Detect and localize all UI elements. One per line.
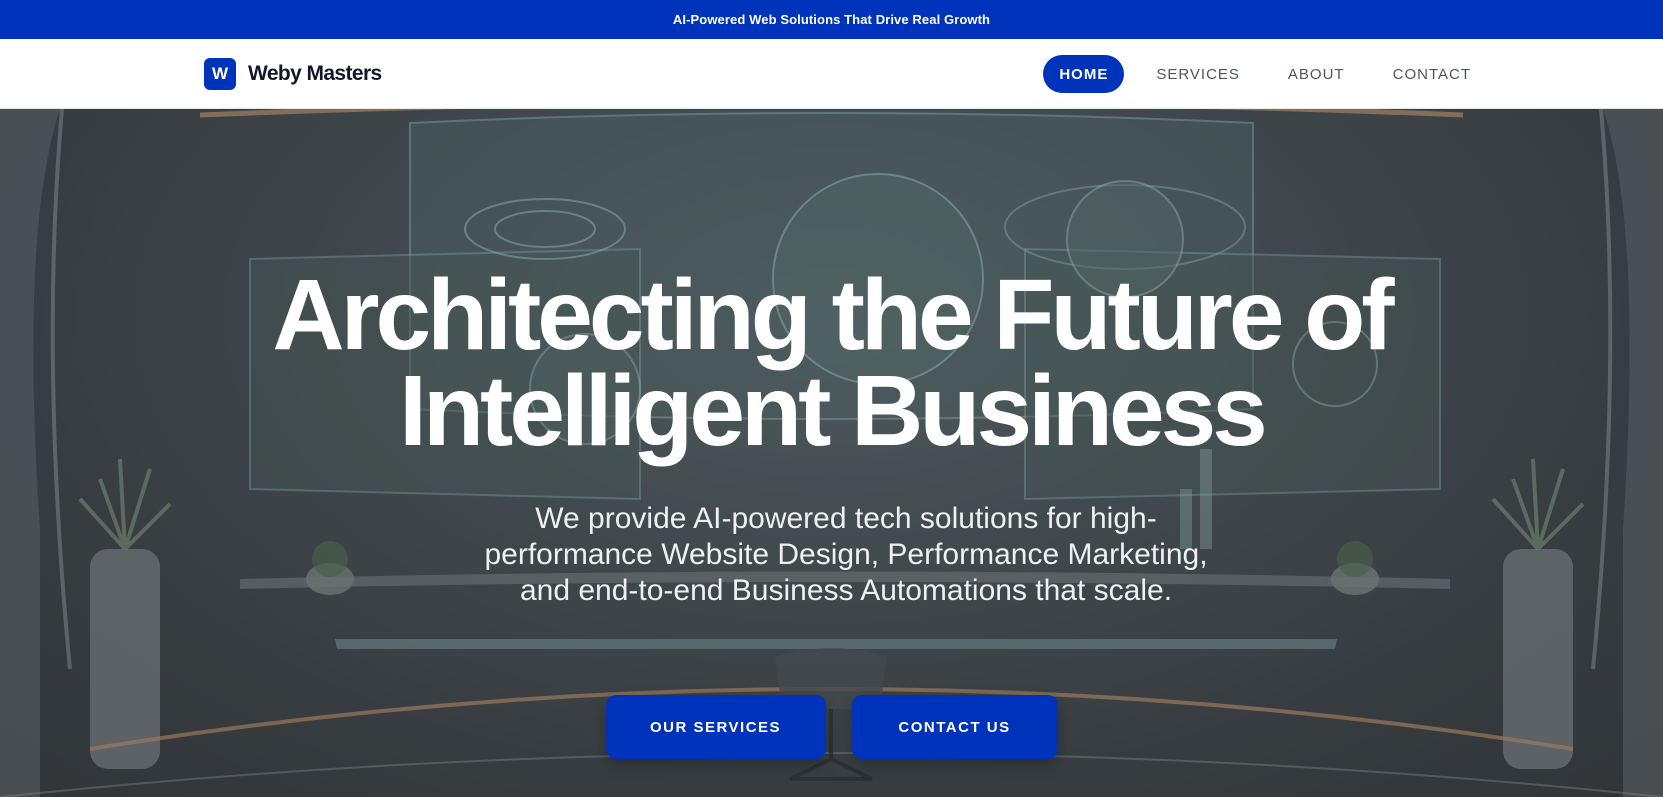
contact-us-button[interactable]: CONTACT US	[851, 695, 1058, 759]
announcement-text: AI-Powered Web Solutions That Drive Real…	[672, 12, 991, 27]
nav-item-services[interactable]: SERVICES	[1140, 55, 1256, 93]
hero-section: Architecting the Future of Intelligent B…	[0, 109, 1663, 797]
our-services-button[interactable]: OUR SERVICES	[605, 695, 826, 759]
brand-logo-link[interactable]: W Weby Masters	[204, 58, 382, 90]
site-header: W Weby Masters HOME SERVICES ABOUT CONTA…	[0, 39, 1663, 109]
main-nav: HOME SERVICES ABOUT CONTACT	[1043, 55, 1487, 93]
nav-item-contact[interactable]: CONTACT	[1377, 55, 1487, 93]
hero-headline: Architecting the Future of Intelligent B…	[0, 265, 1663, 461]
announcement-bar: AI-Powered Web Solutions That Drive Real…	[0, 0, 1663, 39]
brand-name: Weby Masters	[248, 62, 382, 85]
nav-item-about[interactable]: ABOUT	[1272, 55, 1361, 93]
brand-logo-icon: W	[204, 58, 236, 90]
hero-headline-line2: Intelligent Business	[399, 355, 1268, 467]
hero-cta-group: OUR SERVICES CONTACT US	[0, 695, 1663, 759]
nav-item-home[interactable]: HOME	[1043, 55, 1125, 93]
hero-subtext: We provide AI-powered tech solutions for…	[484, 502, 1208, 607]
